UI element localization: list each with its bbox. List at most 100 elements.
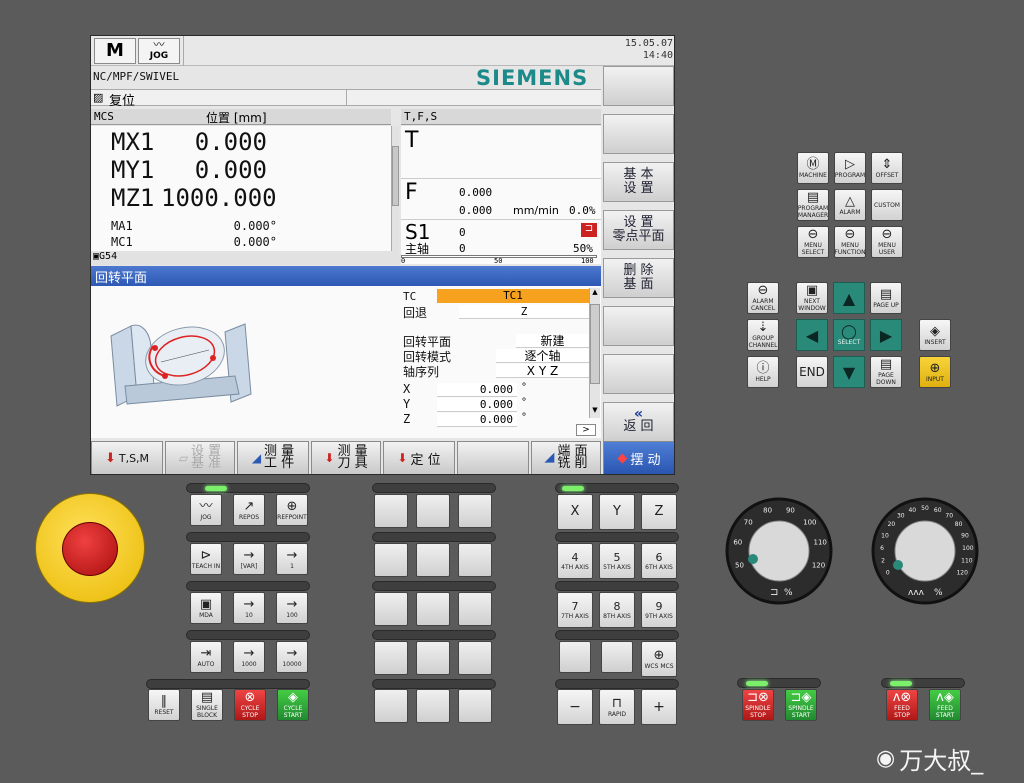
help-key[interactable]: ⓘ HELP [747, 356, 779, 388]
auto-key[interactable]: ⇥ AUTO [190, 641, 222, 673]
form-scrollbar[interactable]: ▲ ▼ [589, 288, 600, 418]
jog-mode-icon[interactable]: 〰 JOG [138, 38, 180, 64]
axis-scroll-thumb[interactable] [392, 146, 399, 206]
blank-key-r5-c2[interactable] [416, 689, 450, 723]
custom-key[interactable]: CUSTOM [871, 189, 903, 221]
menu-select-key[interactable]: ⊖ MENU SELECT [797, 226, 829, 258]
basic-settings-softkey[interactable]: 基 本 设 置 [603, 162, 674, 202]
axis-7-key[interactable]: 7 7TH AXIS [557, 592, 593, 628]
feed-dial-knob[interactable] [894, 520, 956, 582]
machine-mode-icon[interactable]: M [94, 38, 136, 64]
jog-key[interactable]: 〰 JOG [190, 494, 222, 526]
next-window-key[interactable]: ▣ NEXT WINDOW [796, 282, 828, 314]
alarm-key[interactable]: △ ALARM [834, 189, 866, 221]
increment-1000-key[interactable]: → 1000 [233, 641, 265, 673]
blank-key-r5-c1[interactable] [374, 689, 408, 723]
axis-sequence-field[interactable]: X Y Z [496, 364, 589, 378]
program-key[interactable]: ▷ PROGRAM [834, 152, 866, 184]
z-field[interactable]: 0.000 [437, 413, 517, 427]
axis-scrollbar[interactable] [391, 126, 399, 251]
vsoftkey-1[interactable] [603, 66, 674, 106]
vsoftkey-7[interactable] [603, 354, 674, 394]
hsoftkey-6[interactable] [457, 441, 529, 474]
retract-field[interactable]: Z [459, 305, 589, 319]
blank-key-r2-c2[interactable] [416, 543, 450, 577]
set-reference-softkey[interactable]: ▱ 设 置 基 准 [165, 441, 235, 474]
group-channel-key[interactable]: ⇣ GROUP CHANNEL [747, 319, 779, 351]
blank-key-r4-c2[interactable] [416, 641, 450, 675]
minus-key[interactable]: − [557, 689, 593, 725]
end-key[interactable]: END [796, 356, 828, 388]
vsoftkey-2[interactable] [603, 114, 674, 154]
left-arrow-key[interactable]: ◀ [796, 319, 828, 351]
blank-key-r3-c1[interactable] [374, 592, 408, 626]
blank-key-r1-c2[interactable] [416, 494, 450, 528]
rapid-key[interactable]: ⊓ RAPID [599, 689, 635, 725]
next-page-icon[interactable]: > [576, 424, 596, 436]
increment-100-key[interactable]: → 100 [276, 592, 308, 624]
axis-4-key[interactable]: 4 4TH AXIS [557, 543, 593, 579]
alarm-cancel-key[interactable]: ⊖ ALARM CANCEL [747, 282, 779, 314]
emergency-stop-button[interactable] [62, 522, 118, 576]
blank-axis-key-2[interactable] [601, 641, 633, 673]
increment-1-key[interactable]: → 1 [276, 543, 308, 575]
vsoftkey-6[interactable] [603, 306, 674, 346]
x-axis-key[interactable]: X [557, 494, 593, 530]
swivel-plane-field[interactable]: 新建 [516, 334, 589, 348]
feed-start-key[interactable]: ᴧ◈ FEED START [929, 689, 961, 721]
blank-key-r3-c2[interactable] [416, 592, 450, 626]
spindle-stop-key[interactable]: ⊐⊗ SPINDLE STOP [742, 689, 774, 721]
form-scroll-thumb[interactable] [590, 304, 600, 384]
blank-key-r1-c1[interactable] [374, 494, 408, 528]
z-axis-key[interactable]: Z [641, 494, 677, 530]
var-increment-key[interactable]: → [VAR] [233, 543, 265, 575]
cycle-stop-key[interactable]: ⊗ CYCLE STOP [234, 689, 266, 721]
y-axis-key[interactable]: Y [599, 494, 635, 530]
page-down-key[interactable]: ▤ PAGE DOWN [870, 356, 902, 388]
blank-axis-key-1[interactable] [559, 641, 591, 673]
cycle-start-key[interactable]: ◈ CYCLE START [277, 689, 309, 721]
offset-key[interactable]: ⇕ OFFSET [871, 152, 903, 184]
tsm-softkey[interactable]: ⬇ T,S,M [91, 441, 163, 474]
increment-10-key[interactable]: → 10 [233, 592, 265, 624]
back-softkey[interactable]: « 返 回 [603, 402, 674, 442]
repos-key[interactable]: ↗ REPOS [233, 494, 265, 526]
blank-key-r2-c3[interactable] [458, 543, 492, 577]
swivel-softkey[interactable]: ◆ 摆 动 [603, 441, 674, 474]
axis-5-key[interactable]: 5 5TH AXIS [599, 543, 635, 579]
y-field[interactable]: 0.000 [437, 398, 517, 412]
feed-stop-key[interactable]: ᴧ⊗ FEED STOP [886, 689, 918, 721]
refpoint-key[interactable]: ⊕ REFPOINT [276, 494, 308, 526]
set-zero-plane-softkey[interactable]: 设 置 零点平面 [603, 210, 674, 250]
up-arrow-key[interactable]: ▲ [833, 282, 865, 314]
tc-field[interactable]: TC1 [437, 289, 589, 303]
blank-key-r4-c1[interactable] [374, 641, 408, 675]
right-arrow-key[interactable]: ▶ [870, 319, 902, 351]
single-block-key[interactable]: ▤ SINGLE BLOCK [191, 689, 223, 721]
scroll-up-icon[interactable]: ▲ [590, 288, 600, 298]
input-key[interactable]: ⊕ INPUT [919, 356, 951, 388]
mda-key[interactable]: ▣ MDA [190, 592, 222, 624]
select-key[interactable]: ◯ SELECT [833, 319, 865, 351]
axis-6-key[interactable]: 6 6TH AXIS [641, 543, 677, 579]
spindle-start-key[interactable]: ⊐◈ SPINDLE START [785, 689, 817, 721]
machine-key[interactable]: Ⓜ MACHINE [797, 152, 829, 184]
scroll-down-icon[interactable]: ▼ [590, 406, 600, 416]
wcs-mcs-key[interactable]: ⊕ WCS MCS [641, 641, 677, 677]
face-milling-softkey[interactable]: ◢ 端 面 铣 削 [531, 441, 601, 474]
measure-tool-softkey[interactable]: ⬇ 测 量 刀 具 [311, 441, 381, 474]
blank-key-r1-c3[interactable] [458, 494, 492, 528]
delete-base-plane-softkey[interactable]: 删 除 基 面 [603, 258, 674, 298]
reset-key[interactable]: ∥ RESET [148, 689, 180, 721]
blank-key-r3-c3[interactable] [458, 592, 492, 626]
page-up-key[interactable]: ▤ PAGE UP [870, 282, 902, 314]
axis-8-key[interactable]: 8 8TH AXIS [599, 592, 635, 628]
spindle-override-dial[interactable]: 50 60 70 80 90 100 110 120 ⊐ % [720, 495, 838, 607]
teach-in-key[interactable]: ⊳ TEACH IN [190, 543, 222, 575]
plus-key[interactable]: + [641, 689, 677, 725]
position-softkey[interactable]: ⬇ 定 位 [383, 441, 455, 474]
blank-key-r2-c1[interactable] [374, 543, 408, 577]
axis-9-key[interactable]: 9 9TH AXIS [641, 592, 677, 628]
increment-10000-key[interactable]: → 10000 [276, 641, 308, 673]
insert-key[interactable]: ◈ INSERT [919, 319, 951, 351]
